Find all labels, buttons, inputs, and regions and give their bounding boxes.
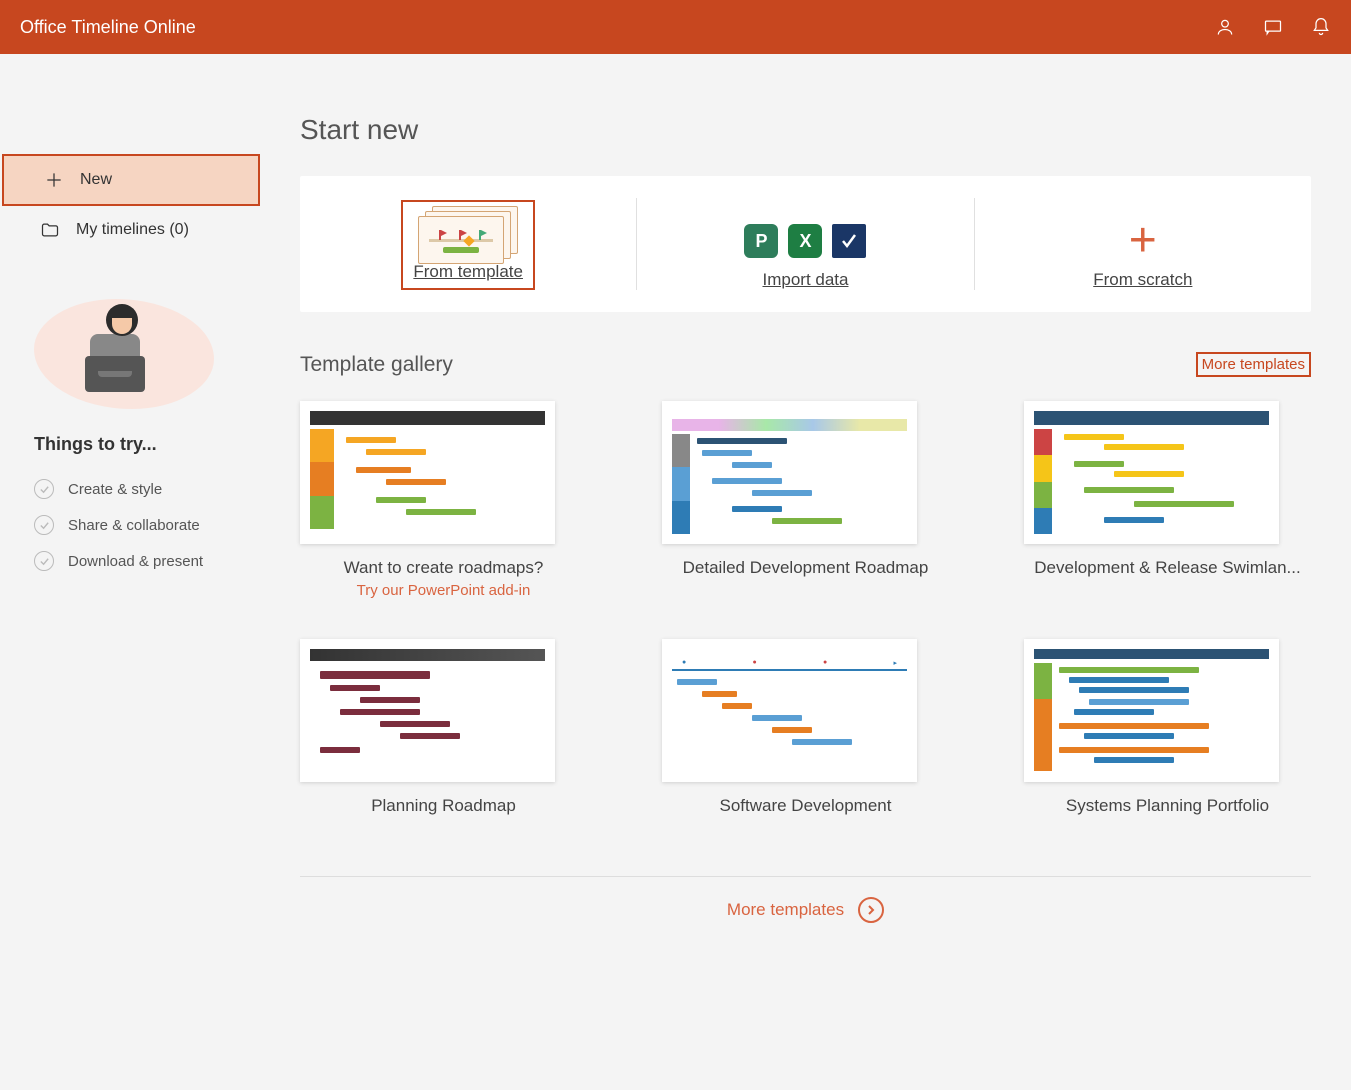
template-thumbnail bbox=[1024, 639, 1279, 782]
template-grid: Want to create roadmaps? Try our PowerPo… bbox=[300, 401, 1311, 816]
chevron-right-icon bbox=[858, 897, 884, 923]
smartsheet-icon bbox=[832, 224, 866, 258]
template-title: Detailed Development Roadmap bbox=[662, 558, 949, 578]
excel-icon: X bbox=[788, 224, 822, 258]
header-actions bbox=[1215, 17, 1331, 37]
template-stack-icon bbox=[418, 206, 518, 262]
check-icon bbox=[34, 551, 54, 571]
option-import-data[interactable]: P X Import data bbox=[637, 198, 974, 290]
template-thumbnail bbox=[662, 401, 917, 544]
template-systems-planning-portfolio[interactable]: Systems Planning Portfolio bbox=[1024, 639, 1311, 816]
gallery-title: Template gallery bbox=[300, 353, 453, 377]
feedback-icon[interactable] bbox=[1263, 17, 1283, 37]
import-icons: P X bbox=[744, 224, 866, 258]
main-content: Start new bbox=[260, 54, 1351, 963]
option-label: From template bbox=[413, 262, 523, 282]
start-options-card: From template P X Import data + From scr… bbox=[300, 176, 1311, 312]
things-to-try-heading: Things to try... bbox=[34, 434, 260, 455]
gallery-header: Template gallery More templates bbox=[300, 352, 1311, 377]
notification-icon[interactable] bbox=[1311, 17, 1331, 37]
template-detailed-dev-roadmap[interactable]: Detailed Development Roadmap bbox=[662, 401, 949, 599]
template-title: Development & Release Swimlan... bbox=[1024, 558, 1311, 578]
app-header: Office Timeline Online bbox=[0, 0, 1351, 54]
option-label: Import data bbox=[762, 270, 848, 290]
template-thumbnail bbox=[1024, 401, 1279, 544]
sidebar: New My timelines (0) Things to try... Cr… bbox=[0, 54, 260, 963]
checklist-create-style[interactable]: Create & style bbox=[0, 471, 260, 507]
option-from-template[interactable]: From template bbox=[300, 198, 637, 290]
check-icon bbox=[34, 515, 54, 535]
folder-icon bbox=[40, 220, 60, 240]
template-title: Want to create roadmaps? bbox=[300, 558, 587, 578]
checklist-download-present[interactable]: Download & present bbox=[0, 543, 260, 579]
nav-new[interactable]: New bbox=[2, 154, 260, 206]
person-illustration bbox=[34, 294, 214, 414]
template-title: Planning Roadmap bbox=[300, 796, 587, 816]
checklist-share-collaborate[interactable]: Share & collaborate bbox=[0, 507, 260, 543]
more-templates-link[interactable]: More templates bbox=[1196, 352, 1311, 377]
template-title: Software Development bbox=[662, 796, 949, 816]
check-icon bbox=[34, 479, 54, 499]
plus-large-icon: + bbox=[1129, 224, 1157, 258]
app-title: Office Timeline Online bbox=[20, 17, 196, 38]
option-label: From scratch bbox=[1093, 270, 1192, 290]
template-title: Systems Planning Portfolio bbox=[1024, 796, 1311, 816]
project-icon: P bbox=[744, 224, 778, 258]
template-thumbnail bbox=[300, 401, 555, 544]
template-subtitle: Try our PowerPoint add-in bbox=[300, 582, 587, 599]
start-new-heading: Start new bbox=[300, 114, 1311, 146]
nav-label: New bbox=[80, 171, 112, 189]
template-software-development[interactable]: ●●●▸ Software Development bbox=[662, 639, 949, 816]
template-roadmaps-promo[interactable]: Want to create roadmaps? Try our PowerPo… bbox=[300, 401, 587, 599]
option-from-scratch[interactable]: + From scratch bbox=[975, 198, 1311, 290]
more-templates-footer[interactable]: More templates bbox=[300, 876, 1311, 923]
template-planning-roadmap[interactable]: Planning Roadmap bbox=[300, 639, 587, 816]
user-icon[interactable] bbox=[1215, 17, 1235, 37]
template-dev-release-swimlanes[interactable]: Development & Release Swimlan... bbox=[1024, 401, 1311, 599]
nav-label: My timelines (0) bbox=[76, 221, 189, 239]
template-thumbnail bbox=[300, 639, 555, 782]
plus-icon bbox=[44, 170, 64, 190]
template-thumbnail: ●●●▸ bbox=[662, 639, 917, 782]
nav-my-timelines[interactable]: My timelines (0) bbox=[0, 206, 260, 254]
more-footer-label: More templates bbox=[727, 900, 844, 920]
